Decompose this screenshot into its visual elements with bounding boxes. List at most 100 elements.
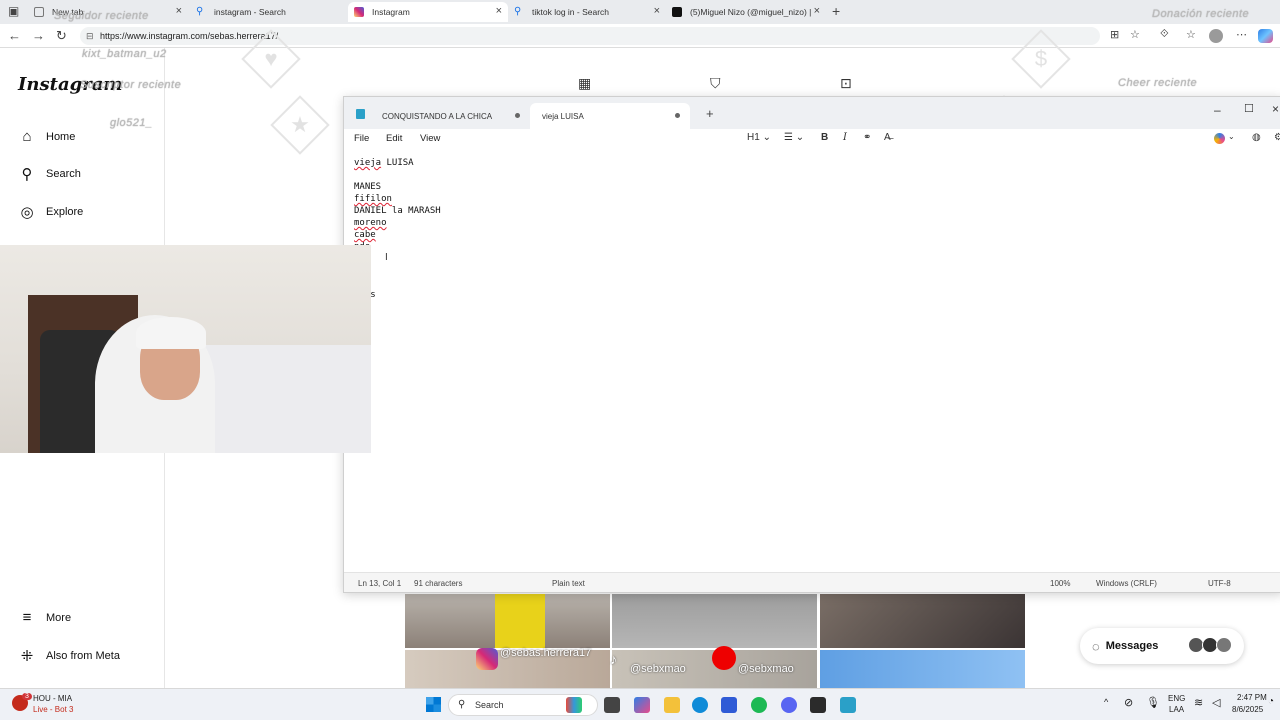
clock-time[interactable]: 2:47 PM [1237, 693, 1267, 702]
nav-also-from-meta[interactable]: ⁜ Also from Meta [18, 647, 120, 665]
extensions-icon[interactable]: ⟐ [1160, 28, 1169, 41]
cursor-position: Ln 13, Col 1 [358, 579, 402, 588]
widget-line-1[interactable]: HOU - MIA [33, 694, 72, 703]
italic-icon[interactable]: I [843, 132, 847, 143]
chevron-up-icon[interactable]: ^ [1104, 697, 1108, 707]
favorites-icon[interactable]: ☆ [1186, 28, 1196, 41]
webcam-cap [136, 317, 206, 349]
link-icon[interactable]: ⚭ [863, 132, 871, 143]
microphone-icon[interactable]: 🎙 [1146, 696, 1160, 709]
bold-icon[interactable]: B [821, 132, 828, 143]
nav-search[interactable]: ⚲ Search [18, 165, 81, 183]
browser-tab-tiktok-profile[interactable]: (5)Miguel Nizo (@miguel_nizo) | × [666, 2, 826, 22]
wifi-icon[interactable]: ≋ [1194, 696, 1203, 709]
address-bar[interactable]: ⊟ https://www.instagram.com/sebas.herrer… [80, 27, 1100, 45]
text-format[interactable]: Plain text [552, 579, 585, 588]
site-info-icon[interactable]: ⊟ [86, 27, 94, 45]
close-icon[interactable]: × [814, 5, 820, 17]
language-line-2[interactable]: LAA [1169, 705, 1184, 714]
misspelled-word: fifilon [354, 194, 392, 204]
volume-icon[interactable]: ◁ [1212, 696, 1220, 709]
zoom-level[interactable]: 100% [1050, 579, 1070, 588]
browser-tab-instagram[interactable]: Instagram × [348, 2, 508, 22]
close-icon[interactable]: × [496, 5, 502, 17]
notifications-bell-icon[interactable]: ◔ [1268, 696, 1274, 707]
line-ending[interactable]: Windows (CRLF) [1096, 579, 1157, 588]
misspelled-word: cabe [354, 230, 376, 240]
instagram-icon [354, 7, 364, 17]
notepad-taskbar-icon[interactable] [840, 697, 856, 713]
post-thumbnail[interactable] [820, 650, 1025, 688]
obs-icon[interactable] [810, 697, 826, 713]
encoding[interactable]: UTF-8 [1208, 579, 1231, 588]
post-thumbnail[interactable] [612, 594, 817, 648]
unsaved-dot-icon[interactable] [515, 113, 520, 118]
tab-title: CONQUISTANDO A LA CHICA [382, 111, 493, 121]
new-tab-button[interactable]: + [706, 106, 714, 121]
forward-arrow-icon[interactable]: → [32, 28, 45, 43]
more-options-icon[interactable]: ⋯ [1236, 28, 1247, 41]
text-line: cabe [354, 229, 441, 241]
account-icon[interactable]: ◍ [1252, 132, 1261, 143]
post-thumbnail[interactable] [820, 594, 1025, 648]
messenger-icon: ◌ [1092, 638, 1100, 654]
text-line: moreno [354, 217, 441, 229]
recent-donation-label: Donación reciente [1152, 8, 1250, 20]
file-explorer-icon[interactable] [664, 697, 680, 713]
notepad-tab-vieja-luisa[interactable]: vieja LUISA [530, 103, 690, 129]
messages-button[interactable]: ◌ Messages [1080, 628, 1244, 664]
notepad-tab-conquistando[interactable]: CONQUISTANDO A LA CHICA [370, 103, 530, 129]
list-dropdown-icon[interactable]: ☰ ⌄ [784, 132, 804, 143]
store-icon[interactable] [721, 697, 737, 713]
start-windows-icon[interactable] [426, 697, 441, 712]
copilot-icon[interactable] [1214, 133, 1225, 144]
task-view-icon[interactable] [604, 697, 620, 713]
refresh-icon[interactable]: ↻ [56, 28, 67, 44]
close-icon[interactable]: × [654, 5, 660, 17]
clock-date[interactable]: 8/6/2025 [1232, 705, 1263, 714]
profile-avatar[interactable] [1209, 29, 1223, 43]
address-toolbar: ← → ↻ ⊟ https://www.instagram.com/sebas.… [0, 24, 1280, 48]
unsaved-dot-icon[interactable] [675, 113, 680, 118]
heart-icon: ♥ [264, 46, 278, 71]
avatar [1216, 637, 1232, 653]
saved-bookmark-icon[interactable]: ⛉ [710, 75, 721, 92]
close-icon[interactable]: × [1272, 102, 1279, 116]
tagged-icon[interactable]: ⊡ [840, 75, 852, 92]
minimize-icon[interactable]: – [1214, 103, 1221, 117]
settings-gear-icon[interactable]: ⚙ [1274, 132, 1280, 143]
copilot-icon[interactable] [634, 697, 650, 713]
page-icon [34, 7, 44, 17]
nav-home[interactable]: ⌂ Home [18, 128, 75, 145]
new-tab-button[interactable]: + [832, 3, 840, 19]
nav-more[interactable]: ≡ More [18, 609, 71, 626]
language-line-1[interactable]: ENG [1168, 694, 1185, 703]
chevron-down-icon[interactable]: ⌄ [1228, 132, 1235, 141]
posts-grid-icon[interactable]: ▦ [578, 75, 591, 92]
spotify-icon[interactable] [751, 697, 767, 713]
maximize-icon[interactable]: ☐ [1244, 102, 1254, 115]
heading-dropdown[interactable]: H1 ⌄ [747, 132, 771, 143]
copilot-icon[interactable] [1258, 29, 1273, 43]
apps-icon[interactable]: ⊞ [1110, 28, 1119, 41]
edge-browser-icon[interactable] [692, 697, 708, 713]
favorite-star-icon[interactable]: ☆ [1130, 28, 1140, 41]
close-icon[interactable]: × [176, 5, 182, 17]
youtube-logo-icon [712, 646, 736, 670]
browser-tab-tiktok-search[interactable]: ⚲ tiktok log in - Search × [508, 2, 666, 22]
nav-label: Home [46, 130, 76, 143]
clear-formatting-icon[interactable]: A̶ [884, 132, 891, 143]
recent-subscriber-name: glo521_ [110, 117, 153, 129]
discord-icon[interactable] [781, 697, 797, 713]
nav-explore[interactable]: ◎ Explore [18, 203, 83, 221]
menu-view[interactable]: View [420, 133, 440, 144]
widget-line-2[interactable]: Live - Bot 3 [33, 705, 73, 714]
tab-actions-icon[interactable]: ▣ [8, 4, 19, 18]
post-thumbnail[interactable] [405, 594, 610, 648]
network-icon[interactable]: ⊘ [1124, 696, 1133, 709]
back-arrow-icon[interactable]: ← [8, 28, 21, 43]
text-line: DANIEL la MARASH [354, 206, 441, 216]
menu-edit[interactable]: Edit [386, 133, 402, 144]
search-highlight-icon[interactable] [566, 697, 582, 713]
menu-file[interactable]: File [354, 133, 369, 144]
